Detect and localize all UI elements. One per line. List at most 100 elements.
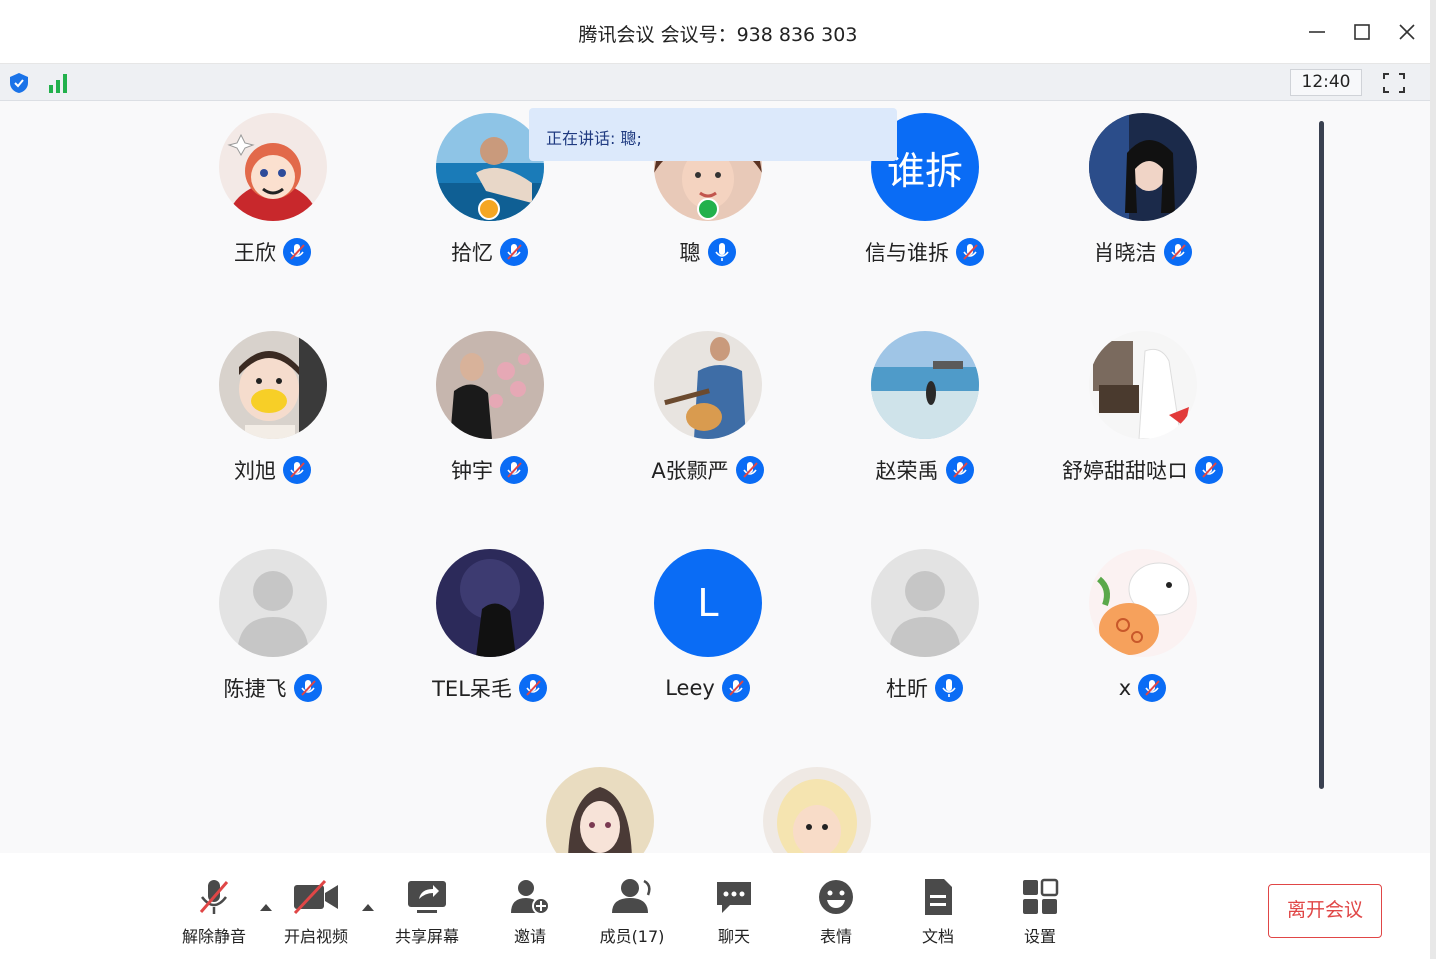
avatar [654,331,762,439]
avatar [219,331,327,439]
participant-name: 刘旭 [234,459,276,483]
mic-muted-icon [1138,674,1167,702]
grid-apps-icon [1023,878,1059,914]
participant-name: A张颢严 [651,459,729,483]
chat-label: 聊天 [717,927,750,946]
participant-tile[interactable]: x [1043,537,1243,707]
participant-tile[interactable]: 陈捷飞 [173,537,373,707]
participant-name: 王欣 [234,241,276,265]
members-button[interactable]: 成员(17) [587,877,677,949]
avatar [1089,549,1197,657]
mic-muted-icon [283,238,311,266]
participant-name: 赵荣禹 [875,459,939,483]
fullscreen-icon[interactable] [1382,72,1406,94]
mic-muted-icon [283,456,311,484]
mic-muted-icon [1163,238,1192,266]
avatar [546,767,654,853]
security-shield-icon[interactable] [8,72,30,98]
participant-name: 信与谁拆 [865,241,949,265]
docs-button[interactable]: 文档 [893,877,983,949]
emoji-label: 表情 [819,927,852,946]
participant-tile[interactable]: 肖晓洁 [1043,101,1243,271]
participant-tile[interactable]: 王欣 [173,101,373,271]
emoji-button[interactable]: 表情 [791,877,881,949]
mic-muted-icon [1195,456,1223,484]
participant-tile[interactable]: L Leey [608,537,808,707]
mic-muted-icon [956,238,984,266]
start-video-button[interactable]: 开启视频 [271,877,361,949]
participant-name: Leey [665,676,715,700]
mic-muted-icon [945,456,974,484]
mic-muted-icon [518,674,547,702]
participant-name: x [1118,676,1132,700]
chat-button[interactable]: 聊天 [689,877,779,949]
video-options-caret-icon[interactable] [361,897,375,911]
minimize-button[interactable] [1303,18,1331,46]
avatar [436,331,544,439]
mic-off-icon [199,880,229,914]
participant-tile[interactable]: A张颢严 [608,319,808,489]
participant-name: 杜昕 [886,677,928,701]
participant-name: TEL呆毛 [432,677,512,701]
participant-name: 舒婷甜甜哒ロ [1062,459,1188,483]
maximize-button[interactable] [1348,18,1376,46]
mic-on-icon [935,674,963,702]
docs-label: 文档 [921,927,954,946]
share-screen-icon [408,881,446,913]
participant-tile[interactable] [717,755,917,853]
members-icon [612,879,651,913]
mic-on-icon [707,238,736,266]
unmute-label: 解除静音 [181,927,246,946]
participant-tile[interactable]: 杜昕 [825,537,1025,707]
close-icon [1399,24,1415,40]
close-button[interactable] [1393,18,1421,46]
meeting-toolbar: 解除静音 开启视频 共享屏幕 邀请 成员(17) 聊天 表情 文档 设置 离开会… [0,853,1430,959]
participant-tile[interactable]: 赵荣禹 [825,319,1025,489]
add-user-icon [511,880,550,915]
participant-name: 肖晓洁 [1093,241,1157,265]
avatar [436,549,544,657]
avatar: L [654,549,762,657]
mic-muted-icon [500,238,528,266]
participant-tile[interactable]: 钟宇 [390,319,590,489]
chat-icon [717,882,751,913]
participant-name: 钟宇 [451,459,493,483]
invite-button[interactable]: 邀请 [485,877,575,949]
maximize-icon [1354,24,1370,40]
meeting-clock: 12:40 [1290,69,1362,96]
share-screen-label: 共享屏幕 [394,927,459,946]
participant-tile[interactable]: 刘旭 [173,319,373,489]
window-edge [1430,0,1436,959]
speaking-indicator: 正在讲话: 聰; [529,108,897,161]
participant-tile[interactable]: TEL呆毛 [390,537,590,707]
cohost-badge-icon [697,198,719,220]
emoji-icon [819,880,853,914]
mic-muted-icon [293,674,322,702]
avatar [871,331,979,439]
members-label: 成员(17) [599,927,665,946]
grid-scrollbar[interactable] [1319,121,1324,789]
participant-name: 聰 [679,241,701,265]
default-user-icon [219,549,327,657]
unmute-button[interactable]: 解除静音 [169,877,259,949]
default-user-icon [871,549,979,657]
avatar [1089,331,1197,439]
share-screen-button[interactable]: 共享屏幕 [382,877,472,949]
avatar [1089,113,1197,221]
participant-grid: 王欣 拾忆 聰 谁拆 信与谁拆 肖晓洁 正在讲话: 聰; 刘旭 钟宇 A张颢严 … [0,101,1430,853]
participant-name: 拾忆 [451,241,493,265]
minimize-icon [1309,31,1325,33]
host-badge-icon [478,198,500,220]
status-bar: 12:40 [0,64,1436,101]
participant-tile[interactable] [500,755,700,853]
leave-meeting-button[interactable]: 离开会议 [1268,884,1382,938]
settings-button[interactable]: 设置 [995,877,1085,949]
start-video-label: 开启视频 [283,927,348,946]
avatar [763,767,871,853]
participant-tile[interactable]: 舒婷甜甜哒ロ [1043,319,1243,489]
signal-strength-icon[interactable] [48,72,72,98]
invite-label: 邀请 [513,927,546,946]
settings-label: 设置 [1023,927,1056,946]
window-title: 腾讯会议 会议号：938 836 303 [578,24,858,46]
document-icon [925,879,952,915]
